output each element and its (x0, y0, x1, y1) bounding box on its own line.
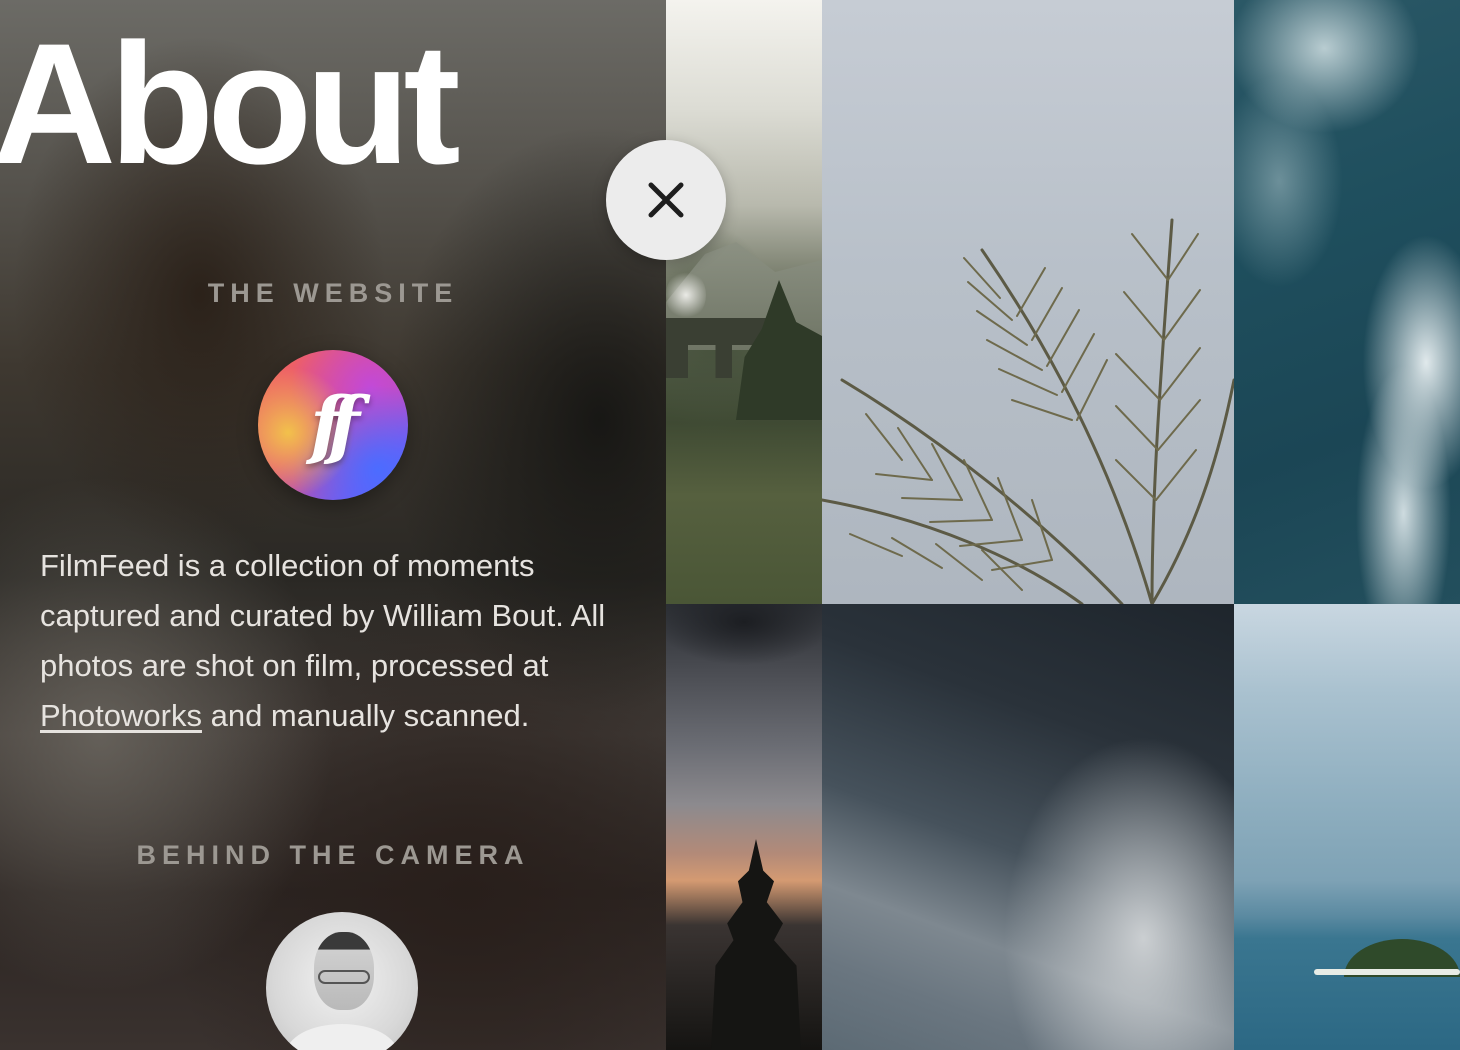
avatar (266, 912, 418, 1050)
photo-dark-sky-gradient[interactable] (822, 604, 1234, 1050)
about-description: FilmFeed is a collection of moments capt… (40, 541, 640, 741)
close-button[interactable] (606, 140, 726, 260)
about-panel: About THE WEBSITE ff FilmFeed is a colle… (0, 0, 666, 1050)
photoworks-link[interactable]: Photoworks (40, 698, 202, 733)
palm-fronds-illustration (822, 218, 1234, 604)
train-smoke (666, 270, 706, 320)
photo-palm-leaves[interactable] (822, 0, 1234, 604)
filmfeed-logo: ff (258, 350, 408, 500)
photo-sunset-tree-silhouette[interactable] (666, 604, 822, 1050)
description-text-end: and manually scanned. (201, 698, 530, 733)
dark-cloud-shape (666, 604, 822, 694)
avatar-shirt (286, 1024, 398, 1050)
about-overlay-page: About THE WEBSITE ff FilmFeed is a colle… (0, 0, 1460, 1050)
island-beach (1314, 969, 1460, 975)
section-heading-camera: BEHIND THE CAMERA (136, 840, 530, 870)
photo-ocean-waves-aerial[interactable] (1234, 0, 1460, 604)
photo-tropical-island[interactable] (1234, 604, 1460, 1050)
avatar-glasses (318, 970, 370, 984)
tree-silhouette (711, 839, 801, 1050)
logo-mark-text: ff (310, 382, 360, 468)
description-text-start: FilmFeed is a collection of moments capt… (40, 548, 606, 683)
section-heading-website: THE WEBSITE (207, 278, 459, 308)
photo-mountain-train-bridge[interactable] (666, 0, 822, 604)
page-title: About (0, 8, 461, 200)
close-icon (648, 182, 684, 218)
